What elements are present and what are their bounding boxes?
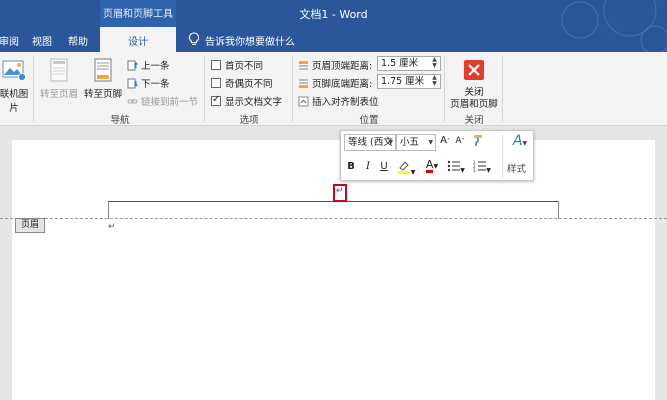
header-top-distance-label-row: 页眉顶端距离: <box>298 58 372 72</box>
tell-me-search[interactable]: 告诉我你想要做什么 <box>205 33 295 48</box>
font-color-button[interactable]: A▼ <box>421 159 443 173</box>
footer-distance-icon <box>299 79 308 88</box>
odd-even-pages-label: 奇偶页不同 <box>225 79 273 90</box>
separator <box>502 56 503 122</box>
text-effects-button[interactable]: A▼ <box>507 133 533 149</box>
header-top-distance-value: 1.5 厘米 <box>381 58 419 69</box>
header-distance-icon <box>299 61 308 70</box>
goto-header-button[interactable]: 转至页眉 <box>36 56 82 106</box>
separator <box>204 56 205 122</box>
format-painter-button[interactable] <box>471 134 485 150</box>
separator <box>292 56 293 122</box>
ribbon: 联机图片 转至页眉 转至页脚 上一条 下一条 链接到前一节 导航 首页不同 奇偶… <box>0 52 667 126</box>
footer-bottom-distance-label: 页脚底端距离: <box>312 79 373 90</box>
separator <box>502 135 503 178</box>
link-icon <box>127 99 138 104</box>
document-area <box>0 126 667 400</box>
close-group-label: 关闭 <box>464 115 484 126</box>
italic-button[interactable]: I <box>363 161 373 172</box>
online-pictures-label: 联机图片 <box>0 89 29 114</box>
header-cursor-highlight[interactable]: ↵ <box>333 184 347 202</box>
chevron-down-icon: ▼ <box>388 139 393 146</box>
spin-arrows-icon[interactable]: ▲ ▼ <box>430 57 439 70</box>
goto-footer-button[interactable]: 转至页脚 <box>80 56 126 106</box>
close-label-line2: 页眉和页脚 <box>450 99 498 110</box>
previous-button[interactable]: 上一条 <box>127 58 170 72</box>
header-paragraph-mark: ↵ <box>336 186 344 196</box>
spin-arrows-icon[interactable]: ▲ ▼ <box>430 75 439 88</box>
underline-button[interactable]: U <box>379 161 389 172</box>
grow-font-button[interactable]: A˄ <box>439 135 451 146</box>
insert-alignment-tab-label: 插入对齐制表位 <box>312 97 379 108</box>
header-dashed-boundary <box>0 218 667 219</box>
title-decoration <box>561 0 667 52</box>
styles-button[interactable]: 样式 <box>507 161 526 175</box>
close-icon <box>464 60 484 80</box>
goto-header-label: 转至页眉 <box>39 89 78 100</box>
previous-icon <box>127 60 138 71</box>
previous-label: 上一条 <box>141 61 170 72</box>
checkbox-checked[interactable] <box>211 94 221 106</box>
link-previous-label: 链接到前一节 <box>141 97 199 108</box>
checkbox[interactable] <box>211 60 221 70</box>
checkbox[interactable] <box>211 78 221 88</box>
insert-alignment-tab-button[interactable]: 插入对齐制表位 <box>298 94 379 108</box>
numbering-icon: 123 <box>473 160 487 173</box>
next-label: 下一条 <box>141 79 170 90</box>
goto-footer-label: 转至页脚 <box>83 89 122 100</box>
bullets-button[interactable]: ▼ <box>445 160 467 175</box>
shrink-font-button[interactable]: A˅ <box>454 136 466 146</box>
separator <box>33 56 34 122</box>
format-painter-icon <box>474 135 482 146</box>
different-first-page-label: 首页不同 <box>225 61 264 72</box>
mini-toolbar: 等线 (西文 ▼ 小五 ▼ A˄ A˅ A▼ B I U ▼ A▼ ▼ 1 2 3 ▼ 样… <box>340 130 534 181</box>
header-top-distance-input[interactable]: 1.5 厘米 ▲ ▼ <box>377 56 441 71</box>
footer-bottom-distance-input[interactable]: 1.75 厘米 ▲ ▼ <box>377 74 441 89</box>
bold-button[interactable]: B <box>346 161 356 172</box>
font-size-value: 小五 <box>400 137 420 148</box>
font-size-dropdown[interactable]: 小五 ▼ <box>396 134 436 151</box>
font-name-value: 等线 (西文 <box>348 137 393 148</box>
svg-text:3: 3 <box>473 168 476 172</box>
odd-even-pages-checkbox[interactable]: 奇偶页不同 <box>211 76 273 90</box>
goto-header-icon <box>50 58 68 82</box>
header-region-border <box>108 201 559 219</box>
font-name-dropdown[interactable]: 等线 (西文 ▼ <box>344 134 396 151</box>
next-button[interactable]: 下一条 <box>127 76 170 90</box>
tab-help[interactable]: 帮助 <box>68 33 88 48</box>
tab-design[interactable]: 设计 <box>100 27 176 52</box>
numbering-button[interactable]: 1 2 3 ▼ <box>471 160 493 175</box>
separator <box>444 56 445 122</box>
header-top-distance-label: 页眉顶端距离: <box>312 61 373 72</box>
tab-view[interactable]: 视图 <box>32 33 52 48</box>
different-first-page-checkbox[interactable]: 首页不同 <box>211 58 263 72</box>
position-group-label: 位置 <box>359 115 379 126</box>
link-previous-button[interactable]: 链接到前一节 <box>127 94 198 108</box>
show-document-text-checkbox[interactable]: 显示文档文字 <box>211 94 282 108</box>
header-tag: 页眉 <box>15 218 45 233</box>
close-header-footer-button[interactable]: 关闭 页眉和页脚 <box>447 56 501 112</box>
options-group-label: 选项 <box>239 115 259 126</box>
show-document-text-label: 显示文档文字 <box>225 97 283 108</box>
highlighter-icon <box>397 161 410 174</box>
online-pictures-button[interactable]: 联机图片 <box>0 56 32 114</box>
body-paragraph-mark: ↵ <box>108 222 116 232</box>
footer-bottom-distance-label-row: 页脚底端距离: <box>298 76 372 90</box>
bullets-icon <box>447 160 461 172</box>
title-bar: 页眉和页脚工具 文档1 - Word 审阅 视图 帮助 设计 告诉我你想要做什么 <box>0 0 667 52</box>
online-pictures-icon <box>2 60 26 81</box>
highlight-color-button[interactable]: ▼ <box>395 160 417 177</box>
footer-bottom-distance-value: 1.75 厘米 <box>381 76 425 87</box>
chevron-down-icon: ▼ <box>428 139 433 146</box>
lightbulb-icon <box>188 32 200 45</box>
next-icon <box>127 78 138 89</box>
tab-review[interactable]: 审阅 <box>0 33 19 48</box>
document-page[interactable] <box>12 140 655 400</box>
alignment-tab-icon <box>298 96 309 107</box>
navigation-group-label: 导航 <box>110 115 130 126</box>
goto-footer-icon <box>94 58 112 82</box>
